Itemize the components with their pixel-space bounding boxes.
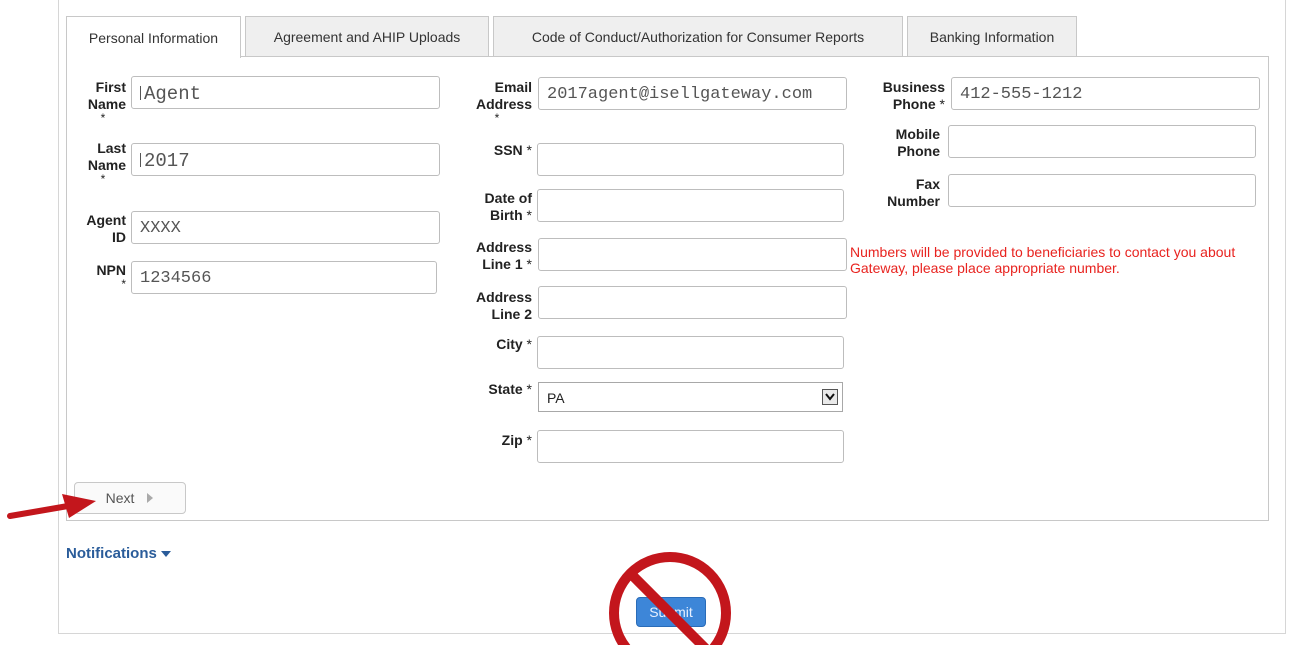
mobile-phone-input[interactable] (948, 125, 1256, 158)
tab-label: Banking Information (929, 28, 1055, 45)
chevron-down-icon[interactable] (822, 389, 838, 405)
caret-down-icon (161, 545, 172, 562)
mobile-phone-label: Mobile Phone (895, 126, 940, 159)
address-line-1-input[interactable] (538, 238, 847, 271)
tab-banking-information[interactable]: Banking Information (907, 16, 1077, 56)
notifications-toggle[interactable]: Notifications (66, 545, 172, 562)
agent-id-input[interactable]: XXXX (131, 211, 440, 244)
tab-label: Agreement and AHIP Uploads (273, 28, 461, 45)
first-name-label: First Name * (87, 79, 126, 125)
business-phone-input[interactable]: 412-555-1212 (951, 77, 1260, 110)
tab-label: Code of Conduct/Authorization for Consum… (531, 28, 865, 45)
first-name-input[interactable]: Agent (131, 76, 440, 109)
state-select[interactable]: PA (538, 382, 843, 412)
phone-notice: Numbers will be provided to beneficiarie… (850, 244, 1236, 276)
agent-id-label: Agent ID (86, 212, 126, 245)
no-sign-icon (609, 552, 731, 645)
fax-number-label: Fax Number (887, 176, 940, 209)
zip-input[interactable] (537, 430, 844, 463)
dob-input[interactable] (537, 189, 844, 222)
address-line-2-input[interactable] (538, 286, 847, 319)
tab-code-of-conduct[interactable]: Code of Conduct/Authorization for Consum… (493, 16, 903, 56)
city-label: City * (496, 336, 532, 352)
last-name-label: Last Name * (87, 140, 126, 186)
dob-label: Date of Birth * (484, 190, 532, 223)
arrow-annotation (7, 494, 96, 519)
fax-number-input[interactable] (948, 174, 1256, 207)
npn-label: NPN * (96, 262, 126, 291)
tab-label: Personal Information (88, 29, 219, 46)
state-label: State * (488, 381, 532, 397)
tab-personal-information[interactable]: Personal Information (66, 16, 241, 58)
email-label: Email Address * (475, 79, 532, 125)
ssn-input[interactable] (537, 143, 844, 176)
notifications-label: Notifications (66, 545, 157, 562)
business-phone-label: Business Phone * (882, 79, 945, 112)
play-right-icon (146, 490, 154, 506)
city-input[interactable] (537, 336, 844, 369)
ssn-label: SSN * (493, 142, 532, 158)
last-name-input[interactable]: 2017 (131, 143, 440, 176)
next-label: Next (105, 490, 135, 506)
email-input[interactable]: 2017agent@isellgateway.com (538, 77, 847, 110)
address-line-1-label: Address Line 1 * (475, 239, 532, 272)
zip-label: Zip * (501, 432, 532, 448)
tab-agreement-ahip-uploads[interactable]: Agreement and AHIP Uploads (245, 16, 489, 56)
address-line-2-label: Address Line 2 (475, 289, 532, 322)
npn-input[interactable]: 1234566 (131, 261, 437, 294)
